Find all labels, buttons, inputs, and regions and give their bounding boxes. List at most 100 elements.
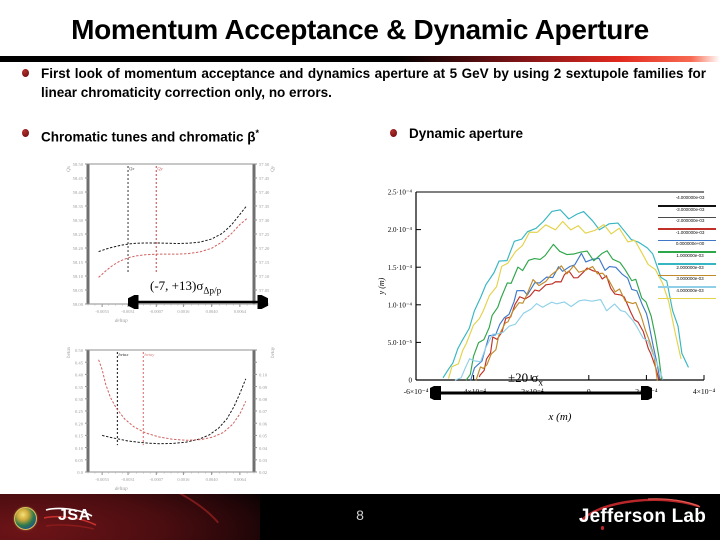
legend-color-swatch xyxy=(658,297,716,300)
y-tick-label-right: 0.05 xyxy=(259,434,268,439)
slide-canvas: Momentum Acceptance & Dynamic Aperture F… xyxy=(0,0,720,540)
y-tick-label-right: 0.08 xyxy=(259,397,268,402)
y-axis-label-right: Qy xyxy=(270,165,276,172)
x-axis-label: x (m) xyxy=(548,411,572,423)
x-tick-label: 0.0064 xyxy=(234,477,247,482)
annotation-arrow-aperture xyxy=(430,386,652,400)
legend-item: 4.000000e-03 xyxy=(658,287,720,301)
x-axis-label: deltap xyxy=(115,486,128,492)
y-tick-label: 58.40 xyxy=(73,190,84,195)
x-tick-label: 0.0064 xyxy=(234,309,247,314)
y-tick-label-right: 57.20 xyxy=(259,246,270,251)
chart-chromatic-tunes-canvas: 58.00 57.0058.05 57.0558.10 57.1058.15 57.15… xyxy=(66,162,276,324)
y-axis-label-right: betay xyxy=(270,346,276,358)
y-tick-label: 58.30 xyxy=(73,218,84,223)
jefferson-lab-logo-text: Jefferson Lab xyxy=(578,506,706,527)
legend-label: 2.000000e-03 xyxy=(676,264,704,270)
bullet-dot-icon xyxy=(22,69,29,77)
y-tick-label: 0.40 xyxy=(75,373,84,378)
y-tick-label: 58.15 xyxy=(73,260,84,265)
y-tick-label-right: 0.04 xyxy=(259,446,268,451)
y-tick-label: 2.0·10⁻⁴ xyxy=(388,226,413,234)
chart-legend: -4.000000e-03 -3.000000e-03 -2.000000e-03 -… xyxy=(658,195,720,301)
y-tick-label: 2.5·10⁻⁴ xyxy=(388,189,413,197)
y-tick-label: 58.35 xyxy=(73,204,84,209)
y-tick-label: 0.20 xyxy=(75,421,84,426)
title-divider xyxy=(0,56,720,62)
y-tick-label-right: 57.25 xyxy=(259,232,270,237)
y-tick-label: 0.0 xyxy=(77,470,83,475)
y-tick-label-right: 57.50 xyxy=(259,162,270,167)
y-tick-label: 58.00 xyxy=(73,302,84,307)
legend-label: 3.000000e-03 xyxy=(676,276,704,282)
x-tick-label: 4×10⁻⁴ xyxy=(693,387,716,396)
y-tick-label: 58.20 xyxy=(73,246,84,251)
slide-footer: JSA 8 Jefferson Lab xyxy=(0,494,720,540)
y-tick-label: 5.0·10⁻⁵ xyxy=(388,339,413,347)
y-axis-label: Qx xyxy=(66,165,72,172)
bullet-item-overview: First look of momentum acceptance and dy… xyxy=(22,64,706,102)
y-tick-label: 58.05 xyxy=(73,288,84,293)
y-tick-label: 0.45 xyxy=(75,360,84,365)
x-tick-label: 0.0016 xyxy=(177,309,190,314)
legend-label: 4.000000e-03 xyxy=(676,287,704,293)
bullet-text: Chromatic tunes and chromatic β* xyxy=(41,128,260,145)
x-tick-label: -0.0031 xyxy=(121,477,135,482)
y-tick-label: 1.5·10⁻⁴ xyxy=(388,264,413,272)
y-tick-label-right: 0.03 xyxy=(259,458,268,463)
y-tick-label-right: 0.02 xyxy=(259,470,268,475)
y-tick-label: 0.05 xyxy=(75,458,84,463)
y-tick-label: 58.45 xyxy=(73,176,84,181)
y-tick-label-right: 0.10 xyxy=(259,373,268,378)
x-tick-label: -0.0031 xyxy=(121,309,135,314)
y-tick-label-right: 0.09 xyxy=(259,385,268,390)
y-tick-label-right: 0.06 xyxy=(259,421,268,426)
y-tick-label-right: 57.40 xyxy=(259,190,270,195)
legend-label: -4.000000e-03 xyxy=(675,195,705,200)
x-tick-label: -6×10⁻⁴ xyxy=(404,387,429,396)
y-tick-label-right: 57.15 xyxy=(259,260,270,265)
x-tick-label: 0.0040 xyxy=(206,309,219,314)
y-tick-label: 0.35 xyxy=(75,385,84,390)
y-tick-label: 58.25 xyxy=(73,232,84,237)
y-tick-label: 0.25 xyxy=(75,409,84,414)
chart-chromatic-beta: 0.0 0.02 0.05 0.03 0.10 0.04 0.15 0.05 0.20 0.06 0… xyxy=(30,336,298,506)
bullet-text: First look of momentum acceptance and dy… xyxy=(41,66,706,100)
y-tick-label: 0.50 xyxy=(75,348,84,353)
marker-label: Qy xyxy=(157,166,163,171)
jefferson-lab-dot-icon xyxy=(600,526,604,530)
legend-label: 0.000000e+00 xyxy=(675,241,705,247)
y-axis-label: y (m) xyxy=(377,277,386,295)
chart-chromatic-tunes: 58.00 57.00 58.05 57.05 58.10 57.10 58.15 57.15… xyxy=(30,158,298,336)
bullet-dot-icon xyxy=(390,129,397,137)
y-tick-label: 58.50 xyxy=(73,162,84,167)
x-tick-label: -0.0007 xyxy=(150,477,164,482)
y-tick-label-right: 0.07 xyxy=(259,409,268,414)
plot-background xyxy=(88,350,254,472)
chart-chromatic-beta-canvas: 0.0 0.02 0.05 0.03 0.10 0.04 0.15 0.05 0.20 0.06 0… xyxy=(66,346,276,492)
x-tick-label: -0.0007 xyxy=(150,309,164,314)
y-tick-label-right: 57.05 xyxy=(259,288,270,293)
bullet-item-chromatic-tunes: Chromatic tunes and chromatic β* xyxy=(22,124,352,147)
legend-label: -2.000000e-03 xyxy=(675,218,705,224)
y-axis-label: betax xyxy=(66,346,72,358)
x-tick-label: 0.0016 xyxy=(177,477,190,482)
annotation-arrow-momentum xyxy=(128,295,268,309)
y-tick-label: 1.0·10⁻⁴ xyxy=(388,301,413,309)
marker-label: Qx xyxy=(129,166,134,171)
y-tick-label: 0 xyxy=(409,377,413,385)
legend-label: 1.000000e-03 xyxy=(676,252,704,258)
x-tick-label: -0.0053 xyxy=(95,477,109,482)
y-tick-label: 0.30 xyxy=(75,397,84,402)
page-title: Momentum Acceptance & Dynamic Aperture xyxy=(71,14,649,45)
marker-label: betay xyxy=(144,352,155,357)
y-tick-label-right: 57.30 xyxy=(259,218,270,223)
y-tick-label-right: 57.35 xyxy=(259,204,270,209)
bullet-dot-icon xyxy=(22,129,29,137)
y-tick-label: 0.10 xyxy=(75,446,84,451)
y-tick-label: 0.15 xyxy=(75,434,84,439)
y-tick-label-right: 57.45 xyxy=(259,176,270,181)
marker-label: betax xyxy=(118,352,128,357)
x-tick-label: -0.0053 xyxy=(95,309,109,314)
y-tick-label: 58.10 xyxy=(73,274,84,279)
